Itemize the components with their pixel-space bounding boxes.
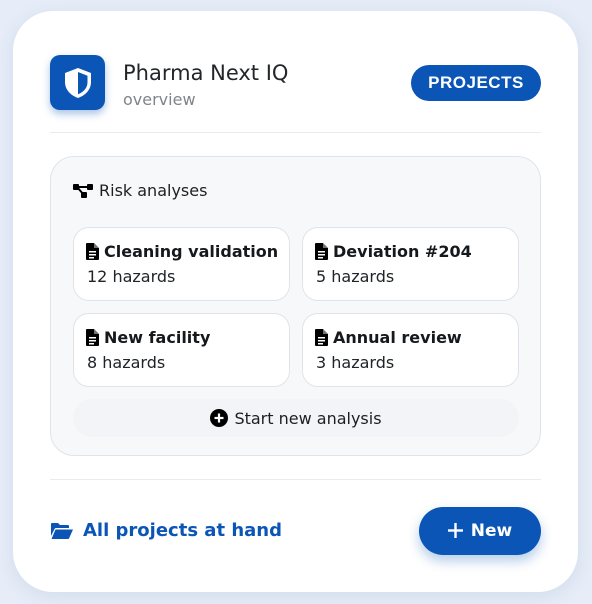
folder-open-icon — [50, 522, 74, 540]
analysis-name: Annual review — [333, 328, 462, 347]
new-label: New — [470, 521, 513, 541]
hazard-count: 12 hazards — [87, 267, 176, 286]
analysis-name: Cleaning validation — [104, 242, 279, 261]
hazard-count: 5 hazards — [316, 267, 395, 286]
analysis-tile-new-facility[interactable]: New facility 8 hazards — [73, 313, 290, 387]
start-new-analysis-label: Start new analysis — [234, 408, 382, 428]
card-header: Pharma Next IQ overview PROJECTS — [50, 55, 541, 111]
all-projects-link[interactable]: All projects at hand — [50, 520, 282, 541]
document-icon — [315, 243, 328, 260]
footer-divider — [50, 479, 541, 480]
new-project-button[interactable]: New — [419, 507, 541, 555]
hazard-count: 3 hazards — [316, 353, 395, 372]
analysis-name-row: Cleaning validation — [86, 242, 278, 261]
analysis-name-row: New facility — [86, 328, 210, 347]
panel-header: Risk analyses — [73, 181, 207, 200]
analysis-name-row: Annual review — [315, 328, 462, 347]
header-divider — [50, 132, 541, 133]
all-projects-label: All projects at hand — [83, 520, 282, 541]
shield-icon — [63, 67, 93, 99]
analysis-name: New facility — [104, 328, 211, 347]
app-subtitle: overview — [123, 90, 196, 109]
document-icon — [86, 329, 99, 346]
analysis-name-row: Deviation #204 — [315, 242, 472, 261]
plus-circle-icon — [210, 409, 229, 427]
analysis-tile-deviation-204[interactable]: Deviation #204 5 hazards — [302, 227, 519, 301]
risk-analyses-panel: Risk analyses Cleaning validation 12 haz… — [50, 156, 541, 456]
app-logo — [50, 55, 105, 110]
projects-button[interactable]: PROJECTS — [411, 65, 541, 101]
analysis-name: Deviation #204 — [333, 242, 472, 261]
hazard-count: 8 hazards — [87, 353, 166, 372]
analysis-tile-annual-review[interactable]: Annual review 3 hazards — [302, 313, 519, 387]
plus-icon — [447, 522, 463, 538]
document-icon — [315, 329, 328, 346]
panel-title: Risk analyses — [99, 181, 208, 200]
project-card: Pharma Next IQ overview PROJECTS Risk an… — [13, 11, 578, 592]
share-nodes-icon — [73, 183, 93, 199]
start-new-analysis-button[interactable]: Start new analysis — [73, 399, 519, 437]
analysis-tile-cleaning-validation[interactable]: Cleaning validation 12 hazards — [73, 227, 290, 301]
app-title: Pharma Next IQ — [123, 61, 289, 85]
document-icon — [86, 243, 99, 260]
